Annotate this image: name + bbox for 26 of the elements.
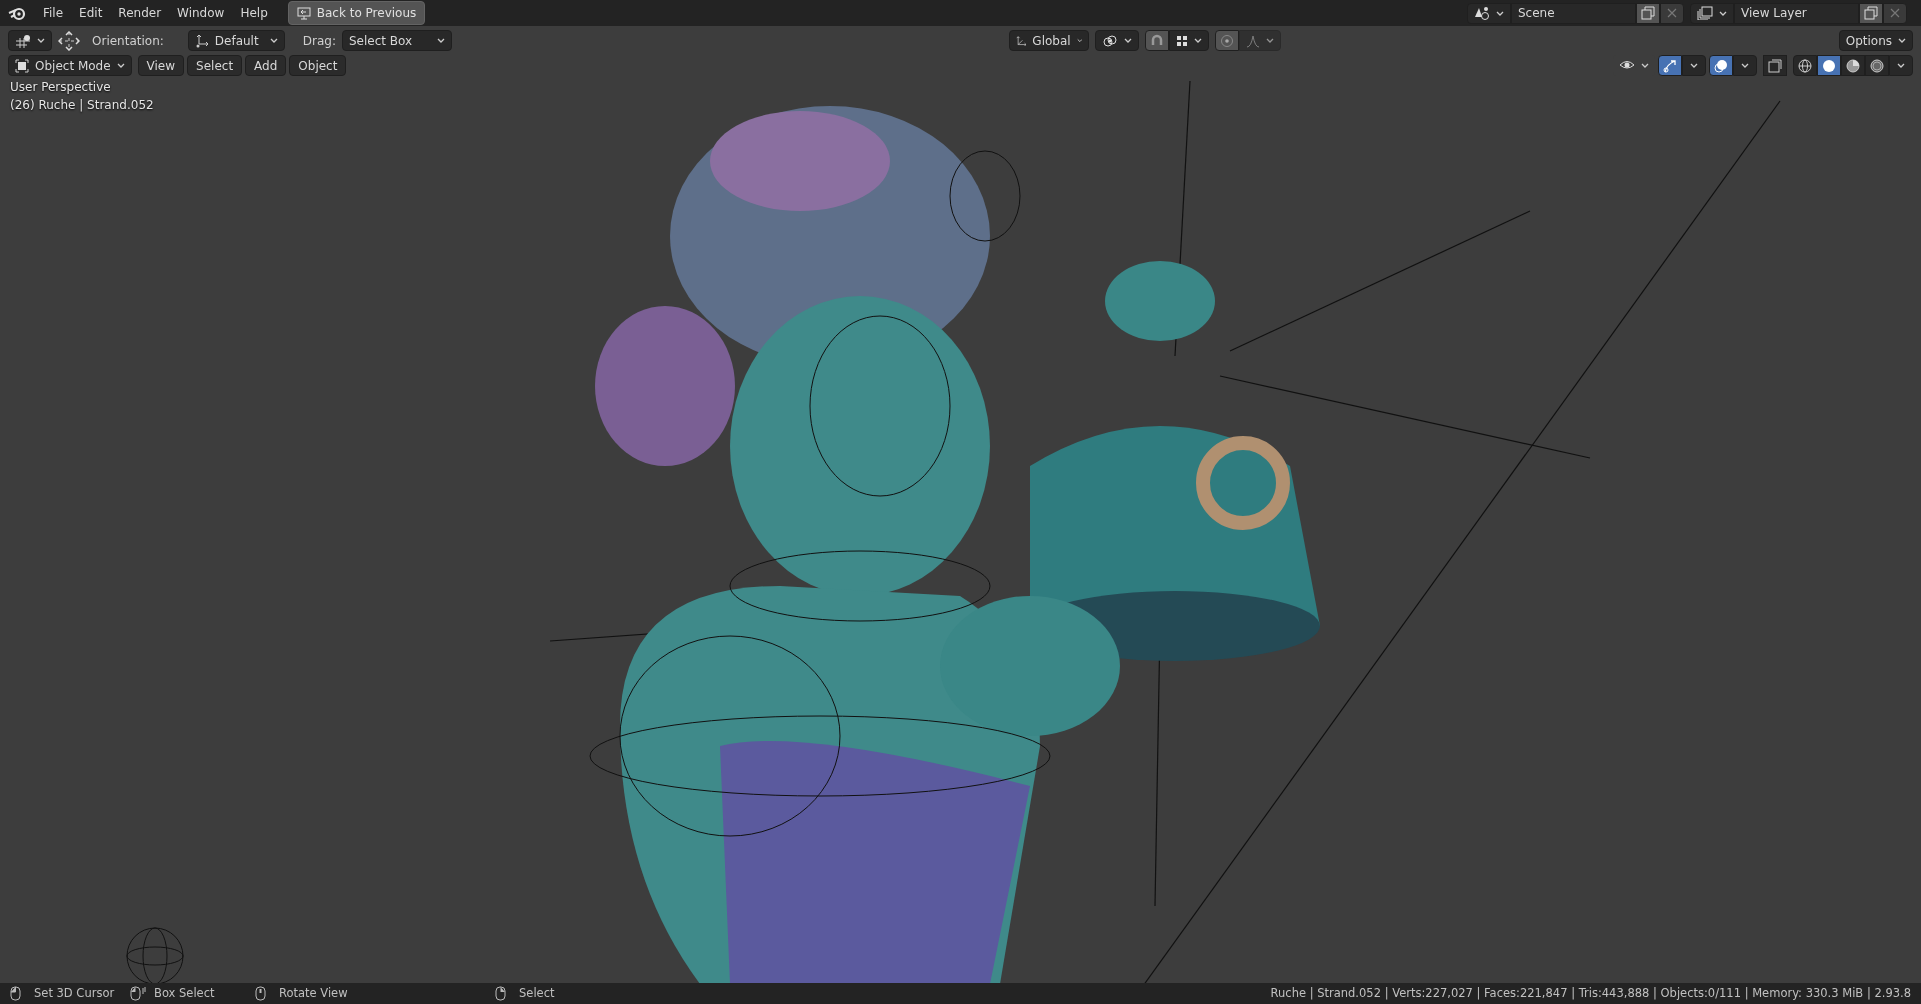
menu-item[interactable]: Edit	[71, 2, 111, 24]
options-dropdown[interactable]: Options	[1838, 30, 1913, 51]
name-field[interactable]: Scene	[1511, 2, 1636, 24]
menu-item[interactable]: Render	[110, 2, 170, 24]
back-to-previous-button[interactable]: Back to Previous	[287, 1, 426, 25]
status-hint: Select	[519, 984, 555, 1002]
drag-label: Drag:	[302, 32, 336, 50]
drag-dropdown[interactable]: Select Box	[342, 30, 452, 51]
menu-item[interactable]: Window	[169, 2, 233, 24]
view-name-label: User Perspective	[10, 79, 112, 96]
header-menu[interactable]: Add	[245, 55, 287, 76]
orientation-dropdown[interactable]: Default	[187, 30, 285, 51]
status-hint: Set 3D Cursor	[34, 984, 115, 1002]
name-field[interactable]: View Layer	[1734, 2, 1859, 24]
menu-item[interactable]: Help	[232, 2, 276, 24]
scene-statistics: Ruche | Strand.052 | Verts:227,027 | Faces:221,847 | Tris:443,888 | Objects:0/111 | Memory: 330.3 MiB | 2.93.8	[1270, 984, 1911, 1002]
object-info-label: (26) Ruche | Strand.052	[10, 97, 154, 114]
transform-orientation-dropdown[interactable]: Global	[1009, 30, 1090, 51]
header-menu[interactable]: Select	[187, 55, 243, 76]
header-menu[interactable]: Object	[289, 55, 347, 76]
status-hint: Rotate View	[279, 984, 348, 1002]
menu-item[interactable]: File	[35, 2, 72, 24]
status-hint: Box Select	[154, 984, 215, 1002]
mode-dropdown[interactable]: Object Mode	[8, 55, 132, 76]
orientation-label: Orientation:	[92, 32, 164, 50]
header-menu[interactable]: View	[137, 55, 185, 76]
